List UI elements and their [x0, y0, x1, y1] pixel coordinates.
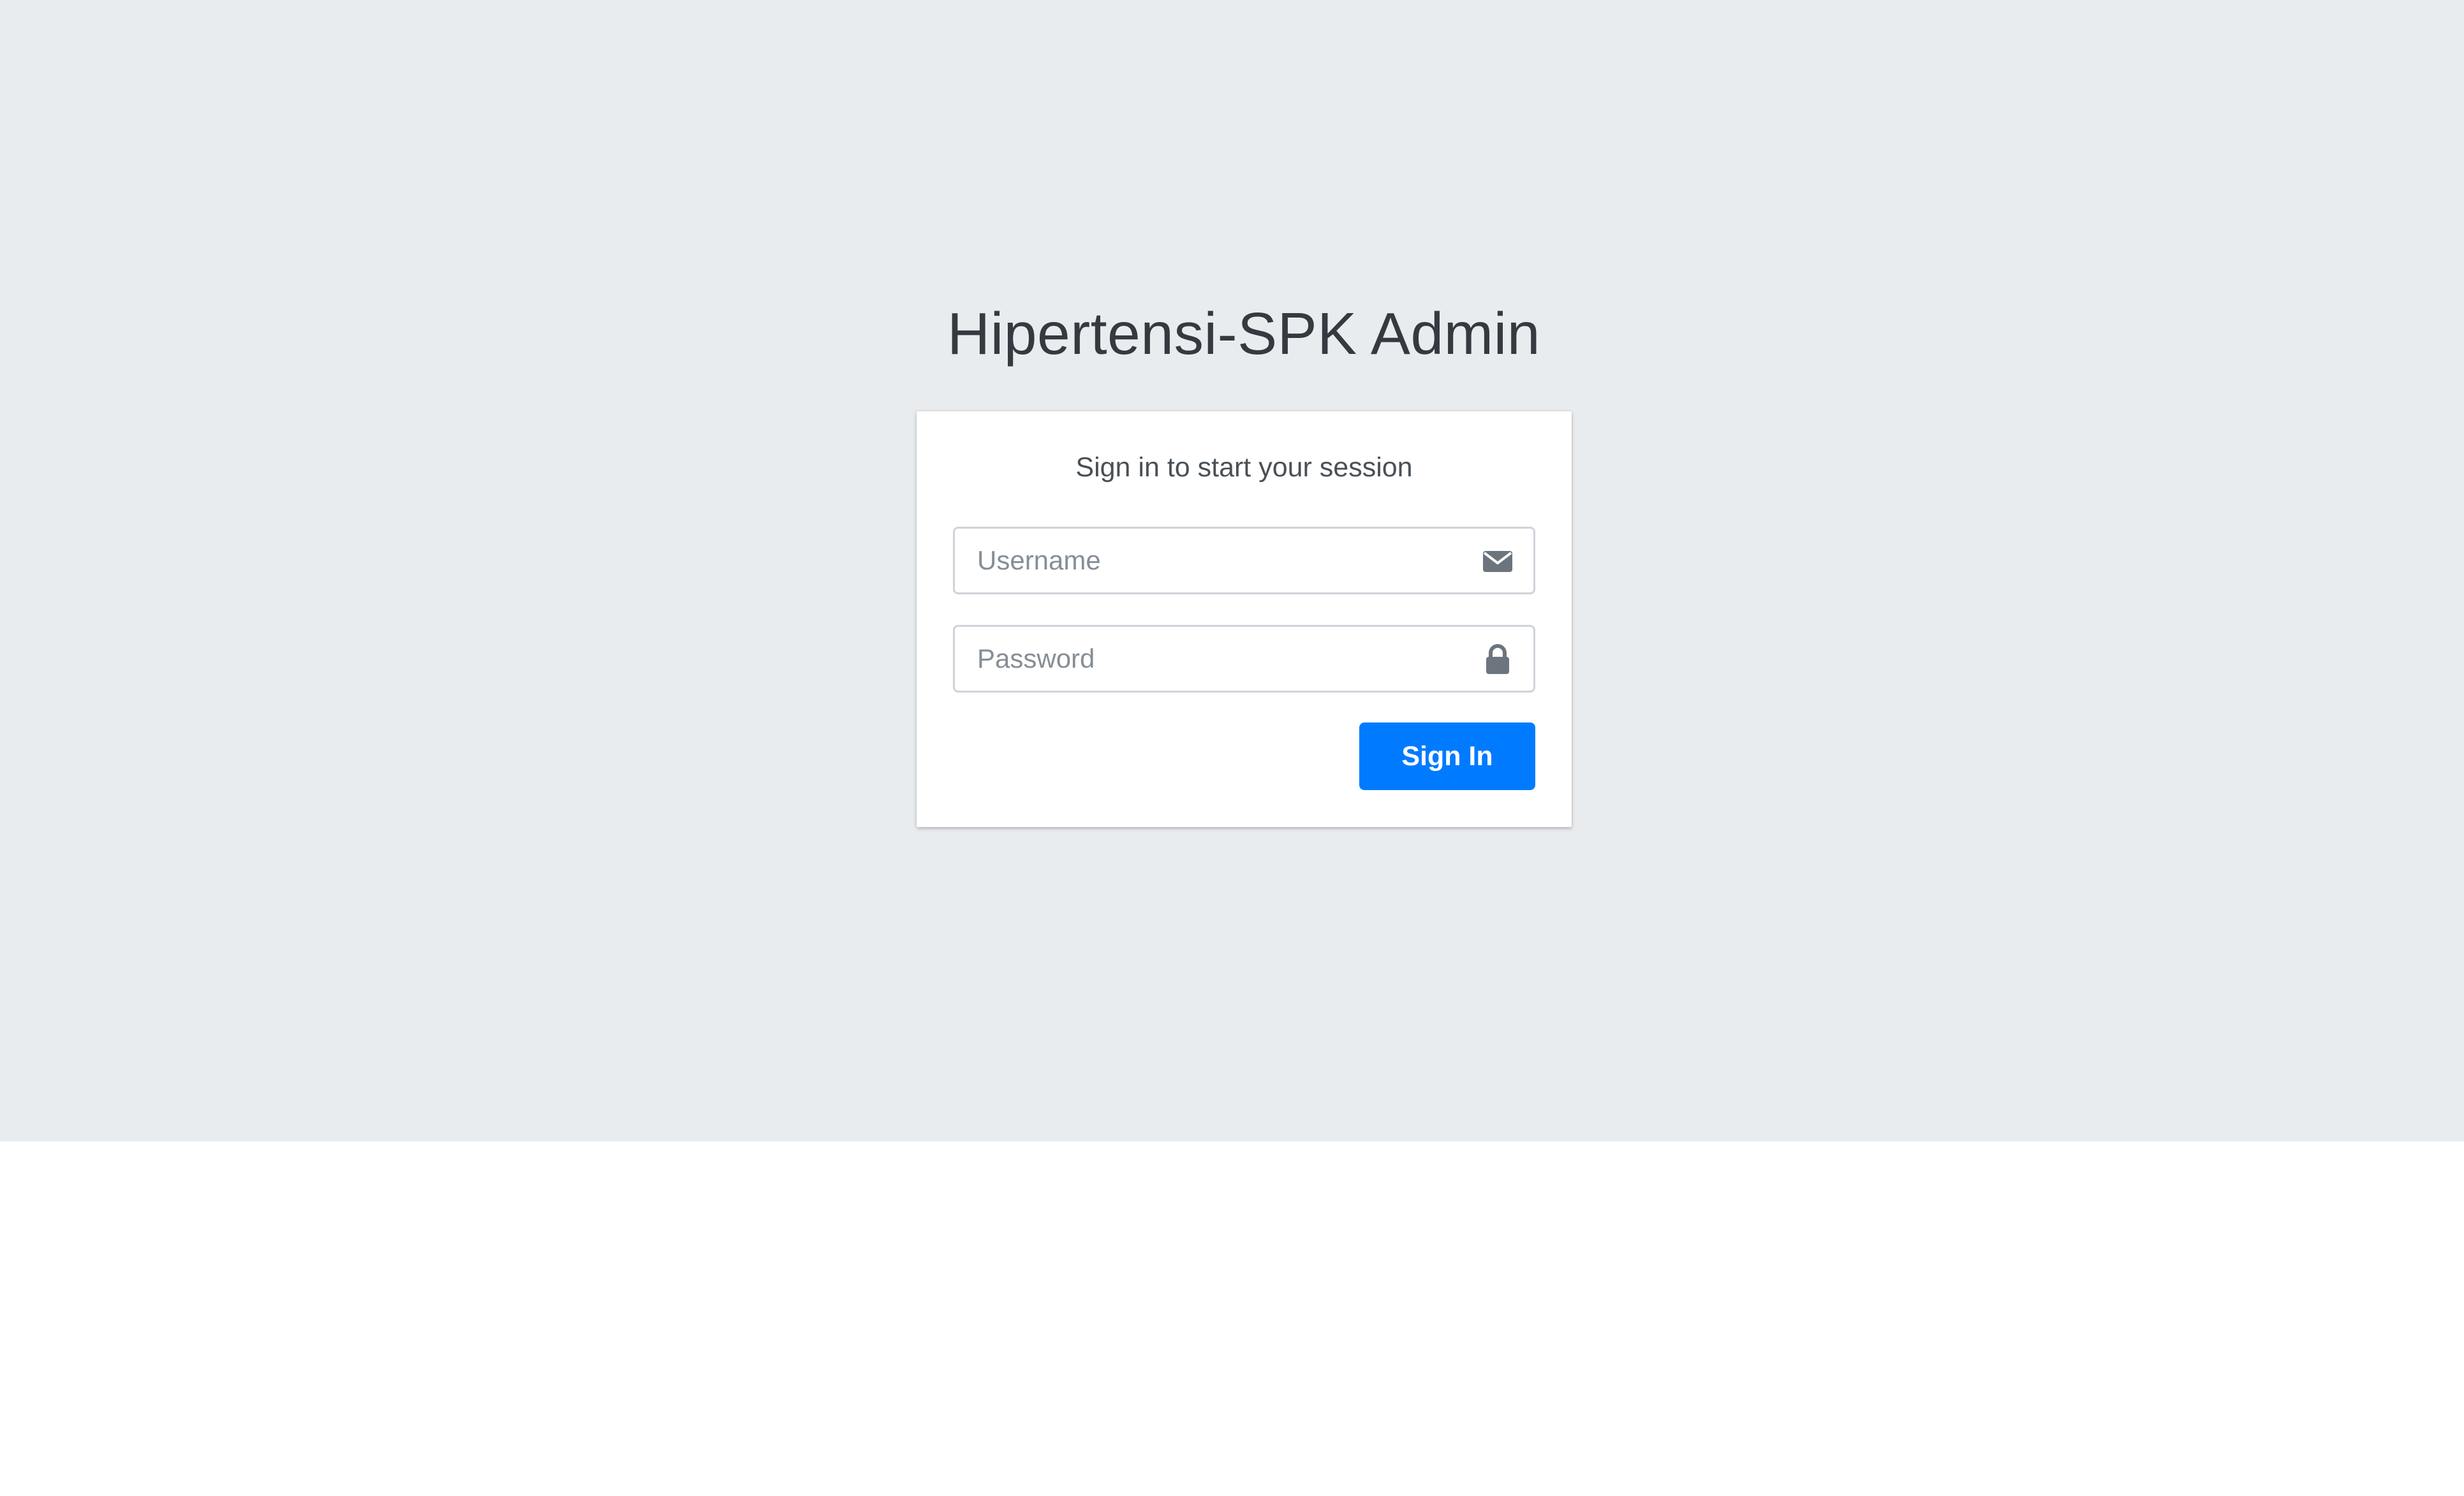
login-box-message: Sign in to start your session [1075, 452, 1413, 483]
sign-in-button[interactable]: Sign In [1359, 722, 1535, 790]
username-input[interactable] [955, 529, 1475, 592]
login-card: Sign in to start your session Sign In [917, 411, 1572, 827]
envelope-icon [1482, 545, 1513, 576]
password-input[interactable] [955, 627, 1475, 691]
lock-icon [1482, 643, 1513, 674]
username-input-group [953, 527, 1535, 594]
login-logo: Hipertensi-SPK Admin [947, 300, 1541, 367]
login-page: Hipertensi-SPK Admin Sign in to start yo… [0, 0, 2464, 1141]
password-input-group [953, 625, 1535, 693]
